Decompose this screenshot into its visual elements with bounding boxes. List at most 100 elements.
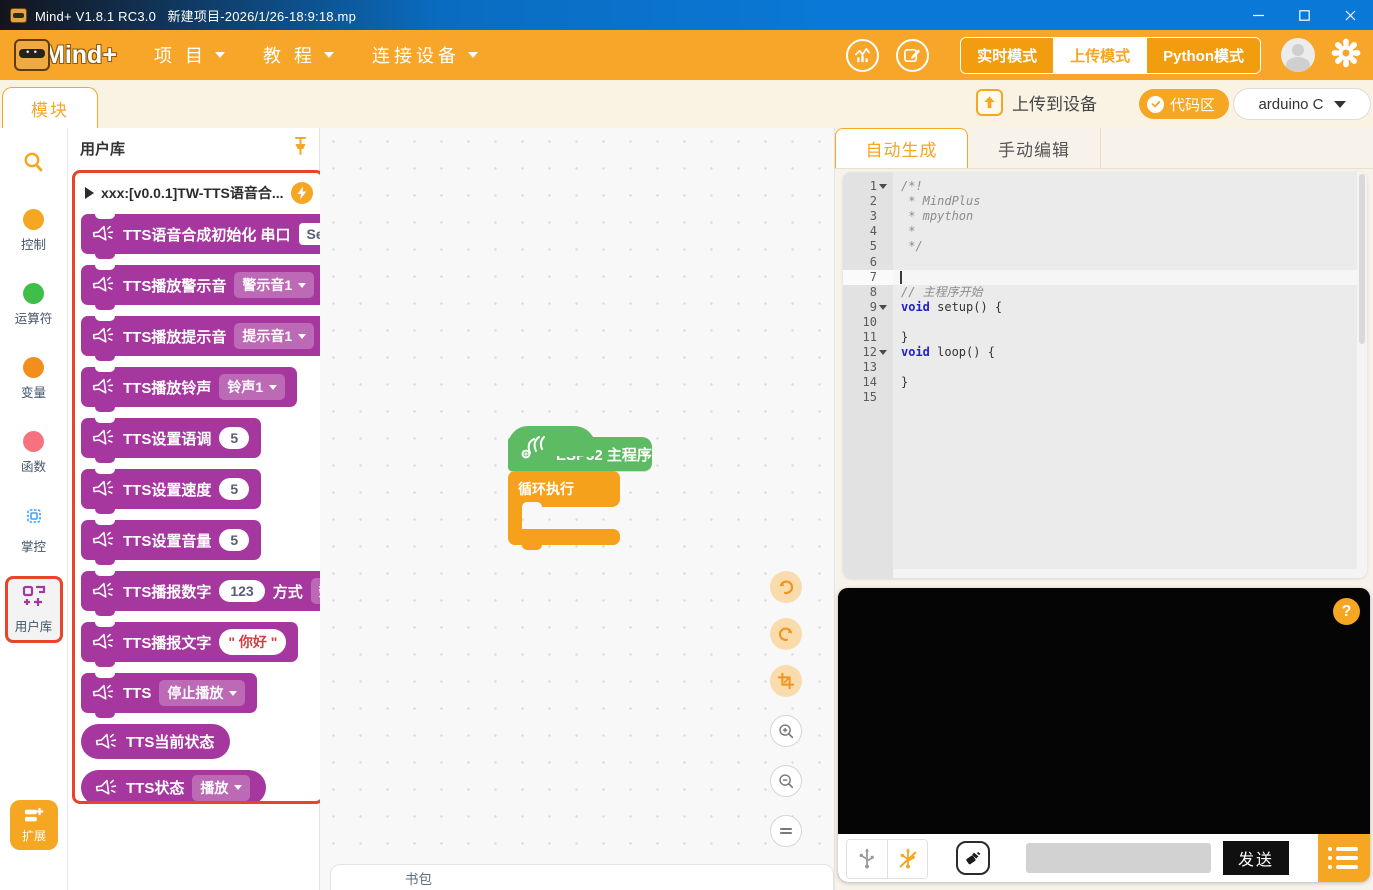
mode-python-button[interactable]: Python模式 <box>1147 37 1260 73</box>
console-output-area[interactable] <box>838 588 1370 834</box>
tab-auto-generate[interactable]: 自动生成 <box>835 128 968 168</box>
line-number: 9 <box>843 300 893 315</box>
minimize-button[interactable] <box>1235 0 1281 30</box>
library-block[interactable]: TTS播报数字123方式数 <box>81 571 321 616</box>
library-block[interactable]: TTS播放警示音 警示音1 <box>81 265 321 310</box>
block-number-input[interactable]: 5 <box>219 427 250 449</box>
library-block[interactable]: TTS设置音量 5 <box>81 520 262 565</box>
usb-connect-button[interactable] <box>847 840 887 878</box>
forever-loop-block[interactable]: 循环执行 <box>508 471 620 507</box>
code-line[interactable]: 5 */ <box>843 239 1367 254</box>
code-line[interactable]: 6 <box>843 254 1367 269</box>
library-block[interactable]: TTS设置语调 5 <box>81 418 262 463</box>
block-dropdown[interactable]: 铃声1 <box>219 374 286 400</box>
code-area-toggle[interactable]: 代码区 <box>1139 89 1230 119</box>
code-line[interactable]: 4 * <box>843 224 1367 239</box>
block-label: 方式 <box>272 583 303 601</box>
sidebar-item-variables[interactable]: 变量 <box>5 348 63 409</box>
block-number-input[interactable]: 5 <box>219 478 250 500</box>
code-line[interactable]: 12 void loop() { <box>843 345 1367 360</box>
code-line[interactable]: 7 <box>843 269 1367 285</box>
code-line[interactable]: 1 /*! <box>843 179 1367 194</box>
code-line[interactable]: 10 <box>843 315 1367 330</box>
fold-icon[interactable] <box>877 184 889 190</box>
code-line[interactable]: 13 <box>843 360 1367 375</box>
backpack-bar[interactable]: 书包 <box>330 864 834 890</box>
fold-icon[interactable] <box>877 350 889 356</box>
refresh-library-icon[interactable] <box>291 182 313 204</box>
block-dropdown[interactable]: 警示音1 <box>234 272 315 298</box>
sidebar-item-handpy[interactable]: 掌控 <box>5 496 63 563</box>
usb-disconnect-button[interactable] <box>887 840 927 878</box>
code-line[interactable]: 8 // 主程序开始 <box>843 285 1367 300</box>
block-number-input[interactable]: 123 <box>219 580 265 602</box>
code-line[interactable]: 15 <box>843 390 1367 405</box>
visualization-panel-icon[interactable] <box>846 38 880 72</box>
library-block[interactable]: TTS设置速度 5 <box>81 469 262 514</box>
block-dropdown[interactable]: 提示音1 <box>234 323 315 349</box>
line-number: 3 <box>869 209 877 224</box>
connect-device-menu[interactable]: 连接设备 <box>372 42 479 68</box>
chevron-down-icon <box>1333 100 1346 108</box>
block-number-input[interactable]: 5 <box>219 529 250 551</box>
redo-button[interactable] <box>770 618 802 650</box>
editor-horizontal-scrollbar[interactable] <box>893 569 1357 578</box>
code-line[interactable]: 2 * MindPlus <box>843 194 1367 209</box>
settings-gear-icon[interactable] <box>1331 38 1361 73</box>
tutorial-menu[interactable]: 教 程 <box>263 42 335 68</box>
block-string-input[interactable]: " 你好 " <box>219 629 287 655</box>
chevron-down-icon <box>269 384 278 390</box>
module-tab[interactable]: 模块 <box>2 87 98 128</box>
library-block[interactable]: TTS当前状态 <box>81 724 231 759</box>
send-button[interactable]: 发送 <box>1223 841 1289 875</box>
sidebar-item-operators[interactable]: 运算符 <box>5 274 63 335</box>
language-select[interactable]: arduino C <box>1233 88 1371 120</box>
zoom-in-button[interactable] <box>770 715 802 747</box>
tab-manual-edit[interactable]: 手动编辑 <box>968 128 1101 168</box>
pin-icon[interactable] <box>292 136 309 161</box>
console-menu-button[interactable] <box>1318 834 1370 882</box>
library-block[interactable]: TTS语音合成初始化 串口 Se <box>81 214 321 259</box>
editor-vertical-scrollbar[interactable] <box>1357 172 1367 578</box>
undo-button[interactable] <box>770 571 802 603</box>
user-avatar[interactable] <box>1281 38 1315 72</box>
block-dropdown[interactable]: 播放 <box>192 774 251 801</box>
extension-button[interactable]: 扩展 <box>10 800 58 850</box>
block-dropdown[interactable]: 停止播放 <box>159 680 246 706</box>
search-icon[interactable] <box>0 150 67 174</box>
sidebar-item-functions[interactable]: 函数 <box>5 422 63 483</box>
library-category-header[interactable]: xxx:[v0.0.1]TW-TTS语音合... <box>75 173 321 210</box>
forever-loop-block-spine[interactable] <box>508 507 522 529</box>
close-button[interactable] <box>1327 0 1373 30</box>
mode-upload-button[interactable]: 上传模式 <box>1054 37 1148 73</box>
library-block[interactable]: TTS 停止播放 <box>81 673 258 718</box>
library-block[interactable]: TTS播放铃声 铃声1 <box>81 367 298 412</box>
code-editor[interactable]: 1/*! 2 * MindPlus 3 * mpython 4 * 5 */6 7 8// … <box>843 172 1367 578</box>
zoom-out-button[interactable] <box>770 765 802 797</box>
sidebar-item-control[interactable]: 控制 <box>5 200 63 261</box>
clear-console-button[interactable] <box>956 841 990 875</box>
fold-icon[interactable] <box>877 304 889 310</box>
edit-panel-icon[interactable] <box>896 38 930 72</box>
forever-loop-block-bottom[interactable] <box>508 529 620 550</box>
serial-input[interactable] <box>1026 843 1211 873</box>
library-block[interactable]: TTS播放提示音 提示音1 <box>81 316 321 361</box>
dropdown-value: 提示音1 <box>242 328 293 344</box>
project-menu[interactable]: 项 目 <box>154 42 226 68</box>
zoom-reset-button[interactable] <box>770 815 802 847</box>
code-line[interactable]: 9 void setup() { <box>843 300 1367 315</box>
upload-to-device-button[interactable]: 上传到设备 <box>976 89 1097 116</box>
block-workspace[interactable]: ESP32 主程序 循环执行 书包 <box>320 128 835 890</box>
esp32-main-hat-block[interactable]: ESP32 主程序 <box>508 426 652 471</box>
code-line[interactable]: 11} <box>843 330 1367 345</box>
code-line[interactable]: 3 * mpython <box>843 209 1367 224</box>
sidebar-item-userlib[interactable]: 用户库 <box>4 576 63 643</box>
help-button[interactable]: ? <box>1333 598 1360 625</box>
mode-realtime-button[interactable]: 实时模式 <box>961 37 1055 73</box>
chevron-down-icon <box>234 785 243 790</box>
library-block[interactable]: TTS状态 播放 <box>81 770 267 801</box>
screenshot-button[interactable] <box>770 665 802 697</box>
maximize-button[interactable] <box>1281 0 1327 30</box>
code-line[interactable]: 14} <box>843 375 1367 390</box>
library-block[interactable]: TTS播报文字 " 你好 " <box>81 622 299 667</box>
